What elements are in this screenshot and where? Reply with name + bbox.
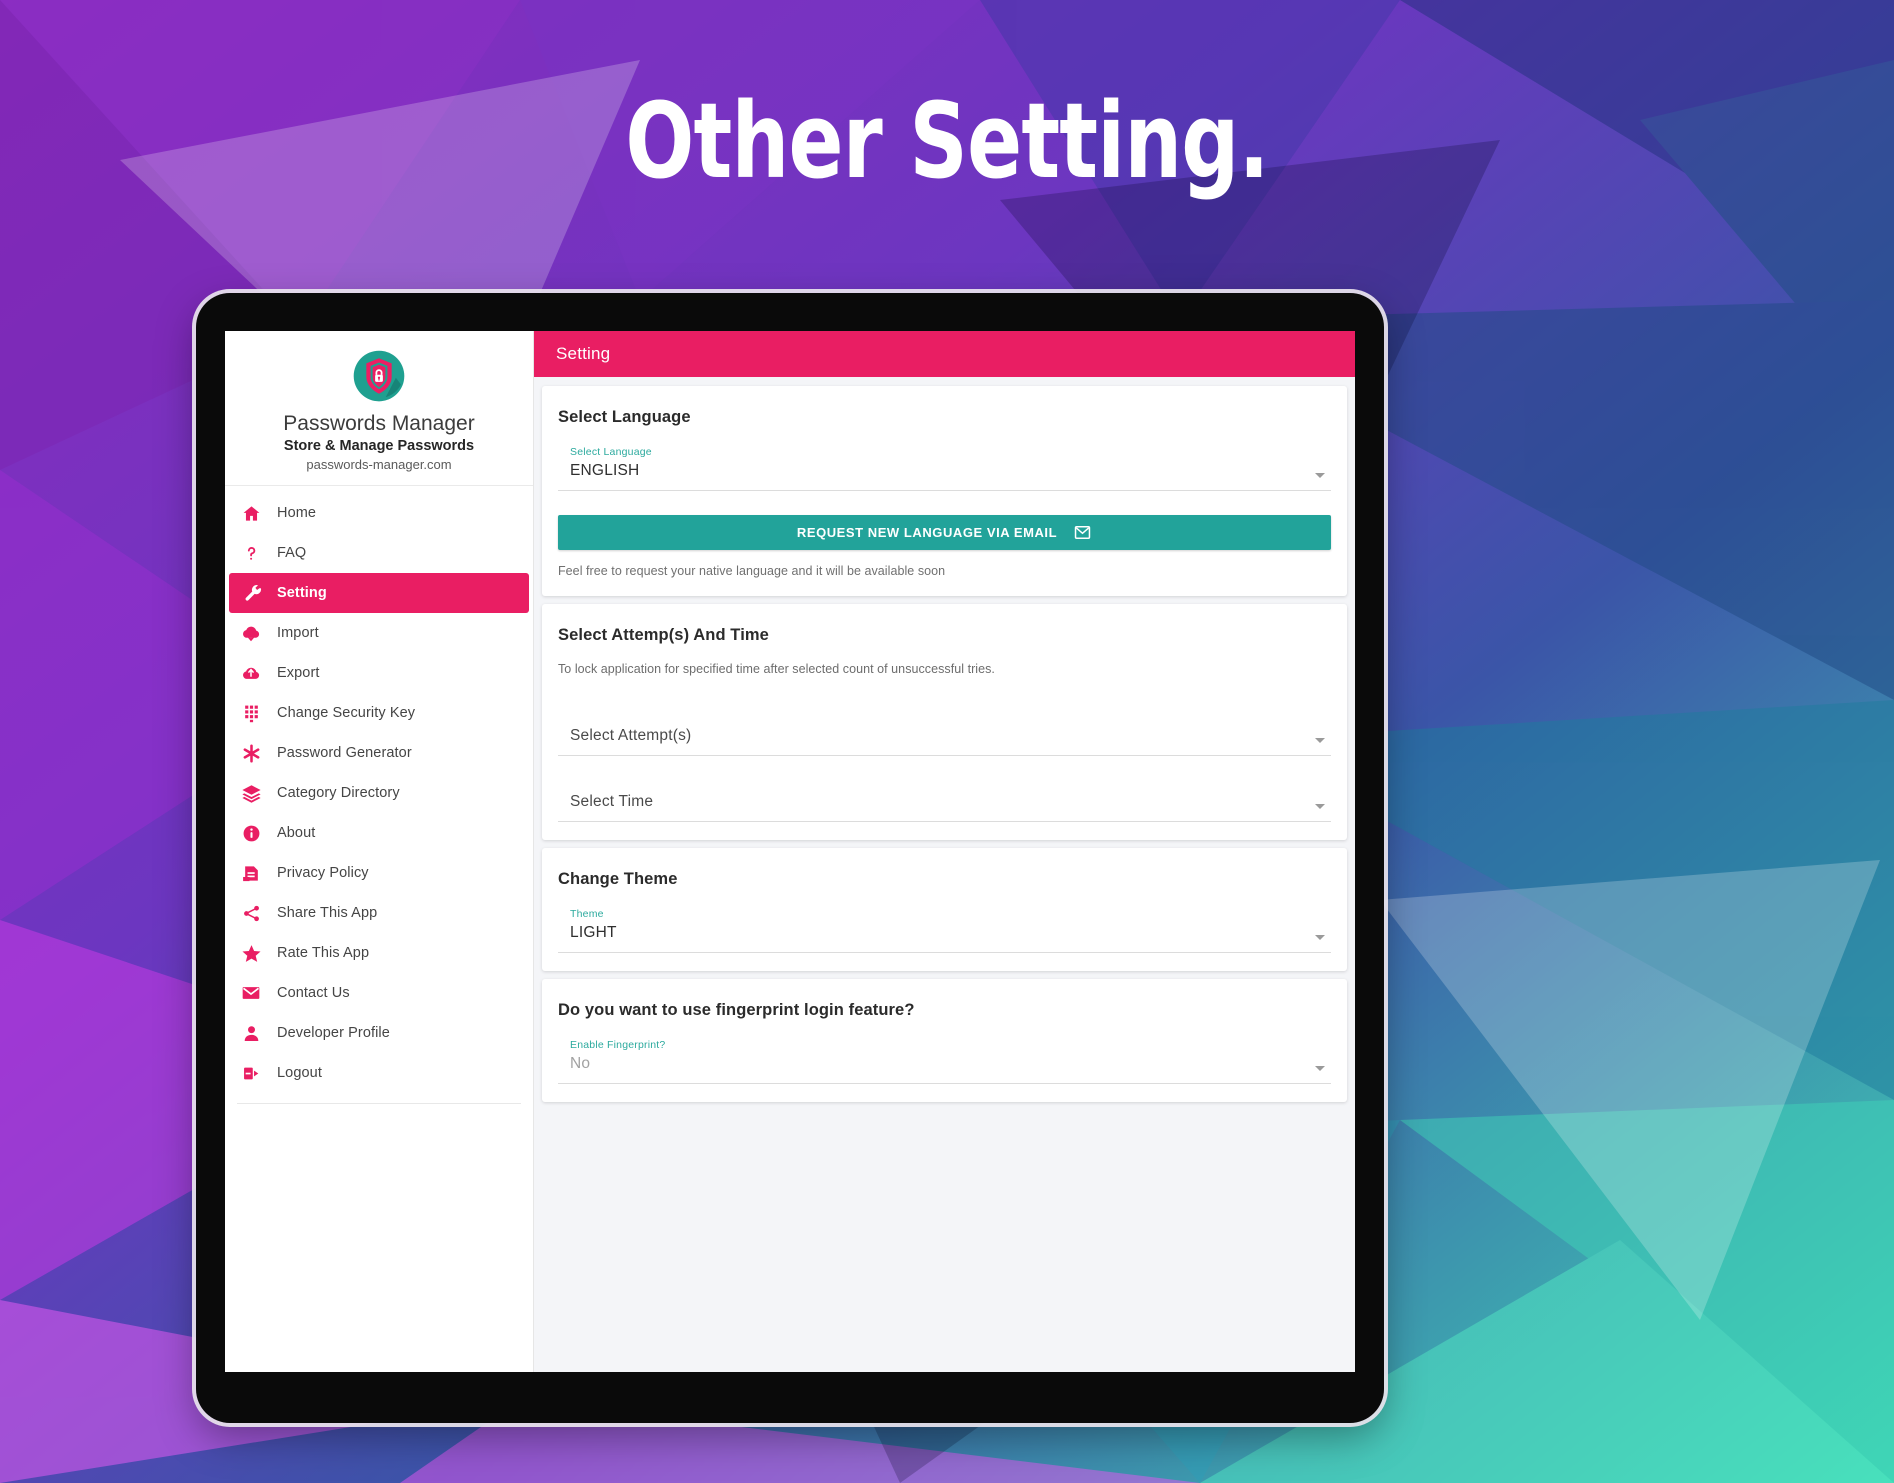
sidebar-item-label: Category Directory (277, 785, 400, 801)
chevron-down-icon (1315, 473, 1325, 478)
sidebar-item-label: Home (277, 505, 317, 521)
language-select-label: Select Language (570, 446, 652, 458)
sidebar-item-label: Setting (277, 585, 327, 601)
sidebar-item-label: Change Security Key (277, 705, 416, 721)
sidebar-item-label: Privacy Policy (277, 865, 369, 881)
sidebar-item-label: Password Generator (277, 745, 412, 761)
sidebar-item-faq[interactable]: FAQ (225, 533, 533, 573)
sidebar-item-share-this-app[interactable]: Share This App (225, 893, 533, 933)
theme-select-value: LIGHT (570, 924, 617, 941)
envelope-icon (225, 983, 277, 1003)
settings-cards: Select Language Select Language ENGLISH … (534, 377, 1355, 1102)
card-subtitle: To lock application for specified time a… (558, 662, 995, 676)
language-helper-text: Feel free to request your native languag… (558, 564, 946, 578)
card-title: Do you want to use fingerprint login fea… (558, 1001, 915, 1019)
chevron-down-icon (1315, 1066, 1325, 1071)
app-header-bar: Setting (534, 331, 1355, 377)
sidebar-item-developer-profile[interactable]: Developer Profile (225, 1013, 533, 1053)
attempts-select[interactable]: Select Attempt(s) (558, 710, 1331, 756)
page-title: Other Setting. (625, 80, 1269, 202)
sidebar-item-password-generator[interactable]: Password Generator (225, 733, 533, 773)
card-select-language: Select Language Select Language ENGLISH … (542, 386, 1347, 596)
shield-lock-icon (353, 350, 405, 402)
sidebar-item-privacy-policy[interactable]: Privacy Policy (225, 853, 533, 893)
sidebar-item-home[interactable]: Home (225, 493, 533, 533)
sidebar-item-export[interactable]: Export (225, 653, 533, 693)
sidebar-item-logout[interactable]: Logout (225, 1053, 533, 1093)
sidebar-item-category-directory[interactable]: Category Directory (225, 773, 533, 813)
sidebar-item-contact-us[interactable]: Contact Us (225, 973, 533, 1013)
person-icon (225, 1024, 277, 1043)
star-icon (225, 943, 277, 964)
sidebar-item-import[interactable]: Import (225, 613, 533, 653)
chevron-down-icon (1315, 804, 1325, 809)
layers-icon (225, 783, 277, 804)
sidebar-item-rate-this-app[interactable]: Rate This App (225, 933, 533, 973)
brand-name: Passwords Manager (283, 412, 475, 435)
question-mark-icon (225, 544, 277, 563)
asterisk-icon (225, 743, 277, 764)
envelope-icon (1073, 523, 1092, 542)
header-title: Setting (556, 344, 611, 363)
sidebar-item-label: Share This App (277, 905, 378, 921)
chevron-down-icon (1315, 935, 1325, 940)
background: Other Setting. Passwords Manager Store &… (0, 0, 1894, 1483)
time-select-value: Select Time (570, 793, 654, 810)
tablet-device-frame: Passwords Manager Store & Manage Passwor… (196, 293, 1384, 1423)
request-new-language-button[interactable]: REQUEST NEW LANGUAGE VIA EMAIL (558, 515, 1331, 550)
sidebar-item-setting[interactable]: Setting (229, 573, 529, 613)
theme-select[interactable]: Theme LIGHT (558, 907, 1331, 953)
document-icon (225, 864, 277, 883)
theme-select-label: Theme (570, 908, 604, 920)
fingerprint-select[interactable]: Enable Fingerprint? No (558, 1038, 1331, 1084)
brand-url: passwords-manager.com (306, 457, 452, 472)
chevron-down-icon (1315, 738, 1325, 743)
card-title: Select Attemp(s) And Time (558, 626, 769, 644)
brand-header: Passwords Manager Store & Manage Passwor… (225, 331, 533, 486)
logout-icon (225, 1064, 277, 1083)
sidebar-item-label: Export (277, 665, 320, 681)
time-select[interactable]: Select Time (558, 776, 1331, 822)
share-icon (225, 904, 277, 923)
card-title: Change Theme (558, 870, 678, 888)
cloud-download-icon (225, 623, 277, 643)
fingerprint-select-label: Enable Fingerprint? (570, 1039, 666, 1051)
fingerprint-select-value: No (570, 1055, 591, 1072)
content-area: Setting Select Language Select Language … (534, 331, 1355, 1372)
card-title: Select Language (558, 408, 691, 426)
sidebar-item-label: About (277, 825, 316, 841)
language-select-value: ENGLISH (570, 462, 640, 479)
sidebar-item-label: Logout (277, 1065, 322, 1081)
tablet-screen: Passwords Manager Store & Manage Passwor… (225, 331, 1355, 1372)
request-new-language-label: REQUEST NEW LANGUAGE VIA EMAIL (796, 525, 1058, 540)
sidebar-item-label: Import (277, 625, 319, 641)
cloud-upload-icon (225, 663, 277, 683)
sidebar-divider (237, 1103, 521, 1104)
card-fingerprint-login: Do you want to use fingerprint login fea… (542, 979, 1347, 1102)
wrench-icon (229, 584, 277, 603)
sidebar: Passwords Manager Store & Manage Passwor… (225, 331, 534, 1372)
card-change-theme: Change Theme Theme LIGHT (542, 848, 1347, 971)
sidebar-item-about[interactable]: About (225, 813, 533, 853)
sidebar-item-label: Contact Us (277, 985, 350, 1001)
sidebar-item-label: FAQ (277, 545, 307, 561)
sidebar-item-change-security-key[interactable]: Change Security Key (225, 693, 533, 733)
sidebar-item-label: Rate This App (277, 945, 370, 961)
attempts-select-value: Select Attempt(s) (570, 727, 692, 744)
card-select-attempts-and-time: Select Attemp(s) And Time To lock applic… (542, 604, 1347, 840)
info-circle-icon (225, 824, 277, 843)
brand-tagline: Store & Manage Passwords (283, 438, 475, 454)
language-select[interactable]: Select Language ENGLISH (558, 445, 1331, 491)
keypad-icon (225, 704, 277, 723)
home-icon (225, 504, 277, 523)
sidebar-nav: Home FAQ Setting Import Export Change Se… (225, 486, 533, 1104)
sidebar-item-label: Developer Profile (277, 1025, 390, 1041)
